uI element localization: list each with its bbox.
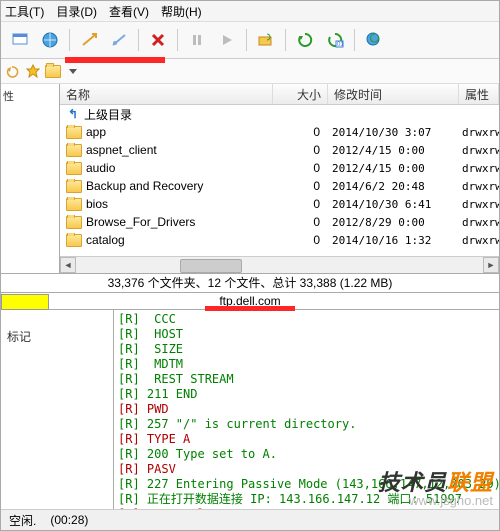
file-attr: drwxrw: [456, 126, 499, 139]
file-name: aspnet_client: [86, 143, 157, 157]
file-panel: 名称 大小 修改时间 属性 ↰上级目录 app02014/10/30 3:07d…: [60, 84, 499, 273]
menu-view[interactable]: 查看(V): [109, 3, 149, 20]
file-name: audio: [86, 161, 115, 175]
table-row[interactable]: app 02014/10/30 3:07drwxrw: [60, 123, 499, 141]
table-row[interactable]: catalog 02014/10/16 1:32drwxrw: [60, 231, 499, 249]
folder-icon: [66, 234, 82, 247]
file-name: Backup and Recovery: [86, 179, 203, 193]
status-time: (00:28): [50, 513, 88, 527]
menu-dir[interactable]: 目录(D): [56, 3, 97, 20]
folder-icon: [66, 162, 82, 175]
file-date: 2014/10/16 1:32: [326, 234, 456, 247]
folder-icon: [66, 180, 82, 193]
left-pane: 性: [1, 84, 60, 273]
file-list-header: 名称 大小 修改时间 属性: [60, 84, 499, 105]
bookmark-icon[interactable]: [25, 63, 41, 79]
file-size: 0: [272, 161, 326, 175]
file-list[interactable]: ↰上级目录 app02014/10/30 3:07drwxrwaspnet_cl…: [60, 105, 499, 256]
table-row[interactable]: bios 02014/10/30 6:41drwxrw: [60, 195, 499, 213]
scroll-right-arrow[interactable]: ►: [483, 257, 499, 273]
host-line: ftp.dell.com: [1, 293, 499, 310]
left-pane-label: 性: [3, 88, 57, 104]
file-attr: drwxrw: [456, 144, 499, 157]
pause-button[interactable]: [184, 27, 210, 53]
folder-icon: [66, 216, 82, 229]
refresh-mode-button[interactable]: 01: [322, 27, 348, 53]
globe-refresh-button[interactable]: [361, 27, 387, 53]
toolbar: 01: [1, 22, 499, 59]
file-name: bios: [86, 197, 108, 211]
folder-up-icon[interactable]: [45, 63, 61, 79]
up-arrow-icon: ↰: [66, 107, 80, 121]
col-size[interactable]: 大小: [273, 84, 328, 104]
annotation-highlight: [205, 306, 295, 311]
file-size: 0: [272, 143, 326, 157]
table-row[interactable]: Browse_For_Drivers 02012/8/29 0:00drwxrw: [60, 213, 499, 231]
folder-sync-button[interactable]: [253, 27, 279, 53]
toolbar-sep: [246, 29, 247, 51]
file-size: 0: [272, 215, 326, 229]
annotation-highlight: [65, 57, 165, 63]
table-row[interactable]: aspnet_client 02012/4/15 0:00drwxrw: [60, 141, 499, 159]
refresh-button[interactable]: [292, 27, 318, 53]
file-date: 2014/6/2 20:48: [326, 180, 456, 193]
summary-line: 33,376 个文件夹、12 个文件、总计 33,388 (1.22 MB): [1, 274, 499, 293]
status-idle: 空闲.: [9, 512, 36, 529]
file-date: 2012/4/15 0:00: [326, 162, 456, 175]
file-name: catalog: [86, 233, 125, 247]
file-attr: drwxrw: [456, 162, 499, 175]
scroll-left-arrow[interactable]: ◄: [60, 257, 76, 273]
connect-button[interactable]: [76, 27, 102, 53]
file-name: app: [86, 125, 106, 139]
scroll-thumb[interactable]: [180, 259, 242, 273]
file-date: 2014/10/30 3:07: [326, 126, 456, 139]
toolbar-sep: [138, 29, 139, 51]
col-mtime[interactable]: 修改时间: [328, 84, 459, 104]
file-date: 2012/8/29 0:00: [326, 216, 456, 229]
file-attr: drwxrw: [456, 234, 499, 247]
ftp-log[interactable]: [R] CCC[R] HOST[R] SIZE[R] MDTM[R] REST …: [114, 310, 499, 516]
folder-icon: [66, 198, 82, 211]
folder-icon: [66, 126, 82, 139]
col-name[interactable]: 名称: [60, 84, 273, 104]
horizontal-scrollbar[interactable]: ◄ ►: [60, 256, 499, 273]
file-size: 0: [272, 197, 326, 211]
file-size: 0: [272, 233, 326, 247]
side-tabs: 标记: [1, 310, 114, 516]
local-browser-button[interactable]: [7, 27, 33, 53]
parent-dir-label: 上级目录: [84, 106, 132, 123]
file-attr: drwxrw: [456, 216, 499, 229]
menu-bar: 工具(T) 目录(D) 查看(V) 帮助(H): [1, 1, 499, 22]
folder-icon: [66, 144, 82, 157]
toolbar-sep: [285, 29, 286, 51]
file-size: 0: [272, 125, 326, 139]
file-date: 2012/4/15 0:00: [326, 144, 456, 157]
table-row[interactable]: Backup and Recovery 02014/6/2 20:48drwxrw: [60, 177, 499, 195]
parent-dir-row[interactable]: ↰ 上级目录: [60, 105, 499, 123]
toolbar-sep: [177, 29, 178, 51]
abort-button[interactable]: [145, 27, 171, 53]
toolbar-sep: [354, 29, 355, 51]
status-bar: 空闲. (00:28): [1, 509, 499, 530]
svg-text:01: 01: [337, 42, 344, 48]
file-size: 0: [272, 179, 326, 193]
globe-button[interactable]: [37, 27, 63, 53]
path-dropdown-icon[interactable]: [65, 63, 81, 79]
table-row[interactable]: audio 02012/4/15 0:00drwxrw: [60, 159, 499, 177]
file-date: 2014/10/30 6:41: [326, 198, 456, 211]
menu-tools[interactable]: 工具(T): [5, 3, 44, 20]
file-name: Browse_For_Drivers: [86, 215, 195, 229]
yellow-tab[interactable]: [1, 294, 49, 310]
file-attr: drwxrw: [456, 198, 499, 211]
menu-help[interactable]: 帮助(H): [161, 3, 202, 20]
history-back-icon[interactable]: [5, 63, 21, 79]
file-attr: drwxrw: [456, 180, 499, 193]
disconnect-button[interactable]: [106, 27, 132, 53]
col-attr[interactable]: 属性: [459, 84, 499, 104]
toolbar-sep: [69, 29, 70, 51]
play-button[interactable]: [214, 27, 240, 53]
side-tab-label[interactable]: 标记: [1, 310, 113, 345]
